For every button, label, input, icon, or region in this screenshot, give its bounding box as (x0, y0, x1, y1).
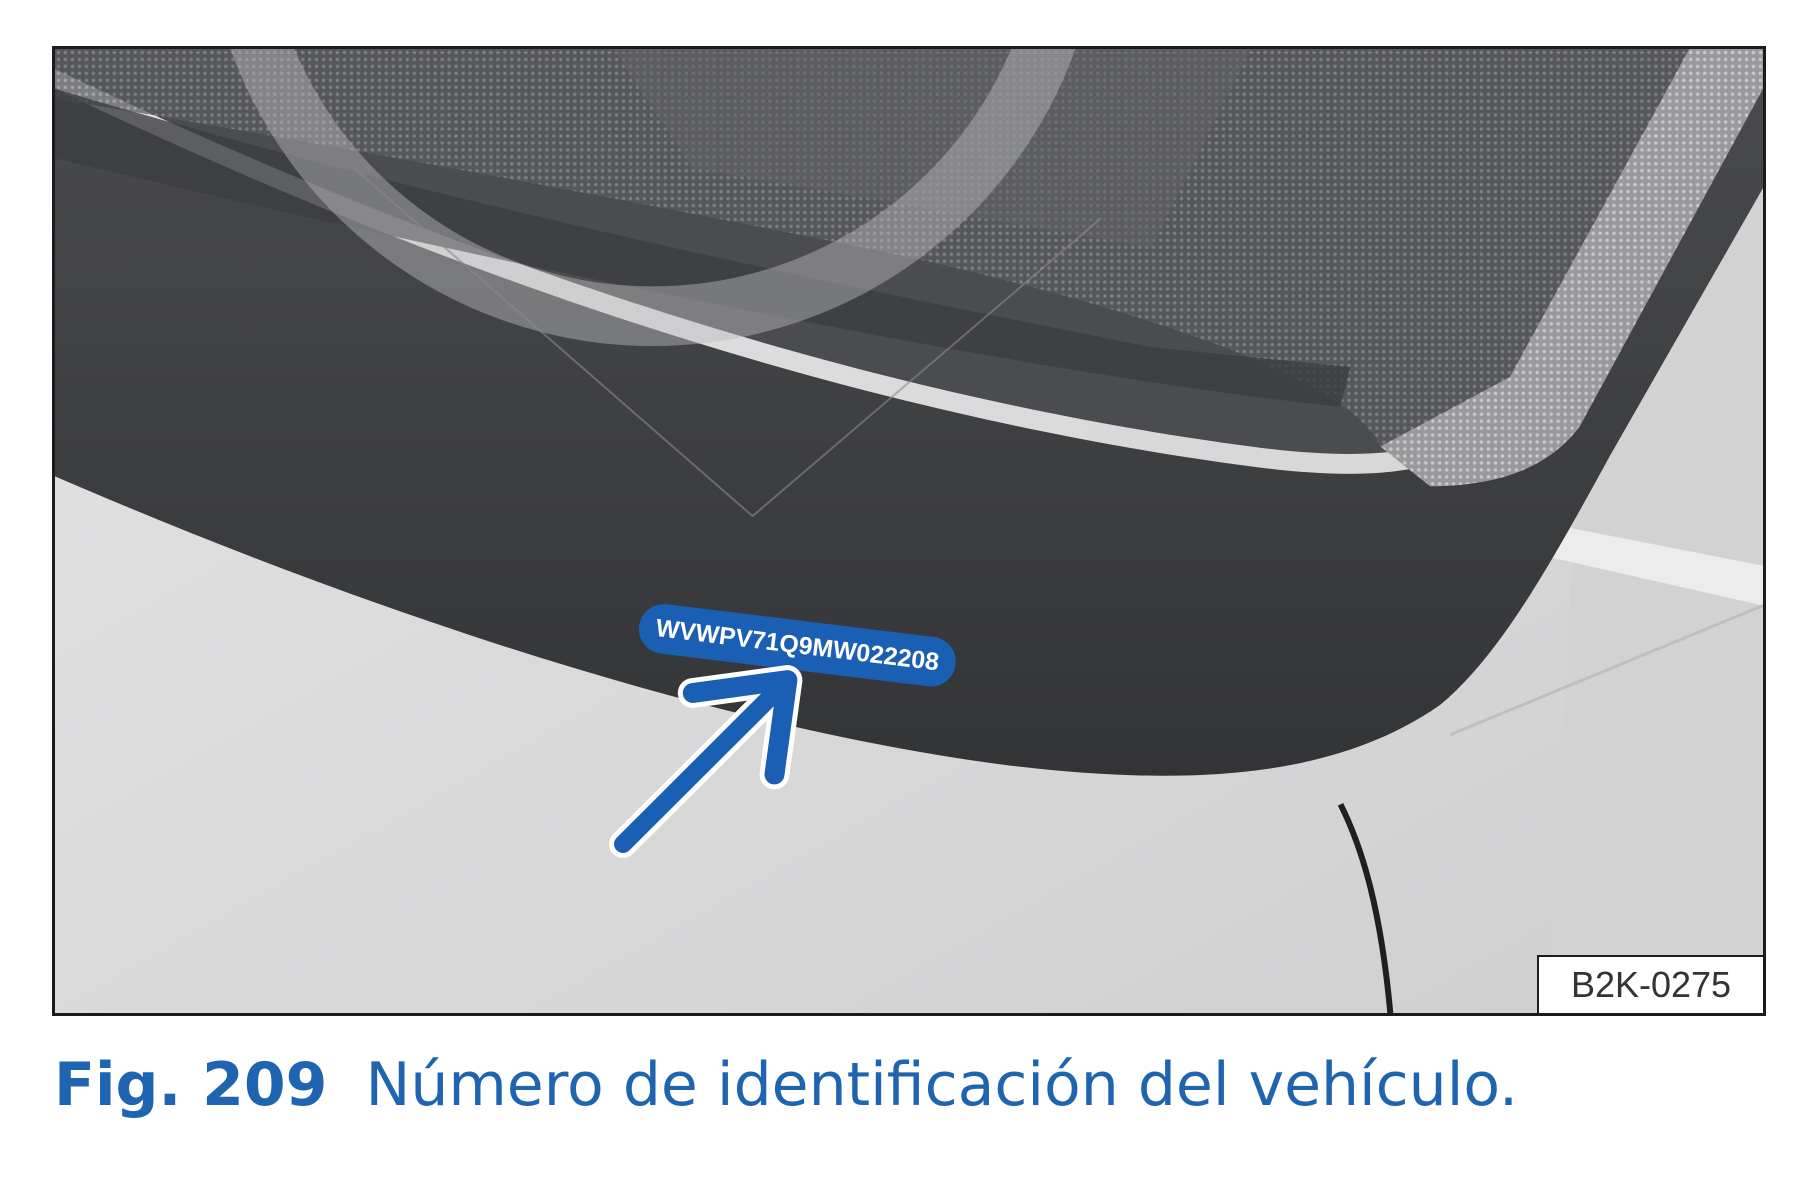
figure-number: Fig. 209 (54, 1050, 328, 1120)
figure-reference-code: B2K-0275 (1537, 955, 1763, 1013)
windshield-illustration: WVWPV71Q9MW022208 (55, 49, 1763, 1013)
figure-caption: Fig. 209 Número de identificación del veh… (54, 1055, 1518, 1115)
figure-illustration: WVWPV71Q9MW022208 B2K-0275 (52, 46, 1766, 1016)
figure-caption-text: Número de identificación del vehículo. (365, 1050, 1519, 1120)
